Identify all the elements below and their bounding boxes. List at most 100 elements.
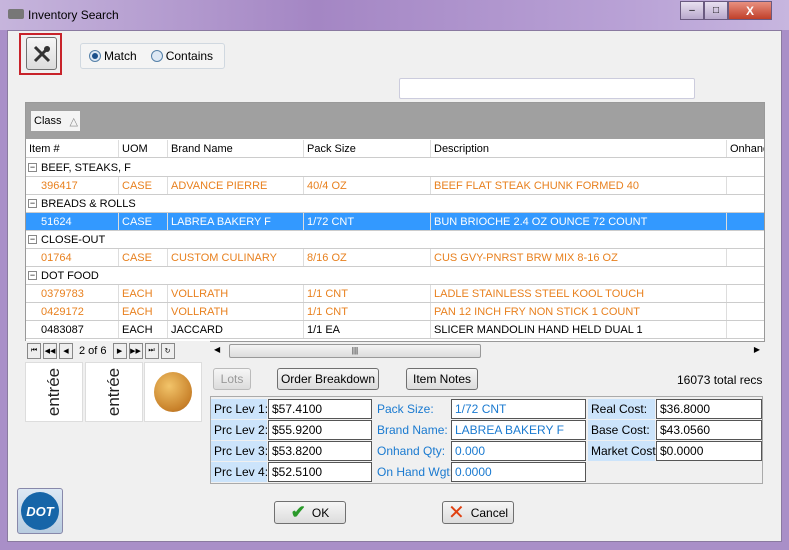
prev-fast-icon[interactable]: ◀◀ bbox=[43, 343, 57, 359]
sort-asc-icon: △ bbox=[69, 115, 78, 128]
cell: EACH bbox=[119, 321, 168, 338]
prc-lev-2-field[interactable]: $55.9200 bbox=[268, 420, 372, 440]
prc-lev-3-label: Prc Lev 3: bbox=[211, 441, 268, 461]
group-row[interactable]: − BEEF, STEAKS, F bbox=[26, 159, 764, 177]
group-name: BEEF, STEAKS, F bbox=[41, 161, 131, 174]
contains-radio[interactable]: Contains bbox=[150, 49, 213, 63]
column-header[interactable]: Onhand bbox=[727, 140, 764, 157]
inventory-grid: Class △ Item # UOM Brand Name Pack Size Descr… bbox=[25, 102, 765, 342]
cell bbox=[727, 213, 764, 230]
cell: 0379783 bbox=[26, 285, 119, 302]
real-cost-field[interactable]: $36.8000 bbox=[656, 399, 762, 419]
pack-size-label: Pack Size: bbox=[377, 402, 434, 416]
next-icon[interactable]: ▶ bbox=[112, 343, 127, 359]
table-row[interactable]: 0483087 EACH JACCARD 1/1 EA SLICER MANDOLIN … bbox=[26, 321, 764, 339]
table-row[interactable]: 0429172 EACH VOLLRATH 1/1 CNT PAN 12 INCH FR… bbox=[26, 303, 764, 321]
pager: ⏮ ◀◀ ◀ 2 of 6 ▶ ▶▶ ⏭ ↻ bbox=[25, 341, 210, 361]
ok-button[interactable]: ✔ OK bbox=[274, 501, 346, 524]
table-row[interactable]: 0379783 EACH VOLLRATH 1/1 CNT LADLE STAINLES… bbox=[26, 285, 764, 303]
on-hand-wgt-field[interactable]: 0.0000 bbox=[451, 462, 586, 482]
column-header[interactable]: Description bbox=[431, 140, 727, 157]
radio-checked-icon bbox=[89, 50, 101, 62]
cell: 1/72 CNT bbox=[304, 213, 431, 230]
scroll-thumb[interactable]: ||| bbox=[229, 344, 481, 358]
column-header[interactable]: Item # bbox=[26, 140, 119, 157]
cell bbox=[727, 249, 764, 266]
cell bbox=[727, 321, 764, 338]
match-radio[interactable]: Match bbox=[89, 49, 137, 63]
cell: EACH bbox=[119, 285, 168, 302]
prc-lev-3-field[interactable]: $53.8200 bbox=[268, 441, 372, 461]
lots-button[interactable]: Lots bbox=[213, 368, 251, 390]
scroll-left-icon[interactable]: ◀ bbox=[214, 345, 220, 354]
entree-logo-image: entrée bbox=[85, 362, 143, 422]
minimize-button[interactable]: – bbox=[680, 1, 704, 20]
match-mode-group: Match Contains bbox=[80, 43, 225, 69]
cell: CASE bbox=[119, 249, 168, 266]
pack-size-field[interactable]: 1/72 CNT bbox=[451, 399, 586, 419]
table-row[interactable]: 01764 CASE CUSTOM CULINARY 8/16 OZ CUS GVY-P… bbox=[26, 249, 764, 267]
cell: CUS GVY-PNRST BRW MIX 8-16 OZ bbox=[431, 249, 727, 266]
cancel-button[interactable]: ✕ Cancel bbox=[442, 501, 514, 524]
market-cost-label: Market Cost: bbox=[588, 441, 659, 461]
checkmark-icon: ✔ bbox=[290, 502, 306, 522]
column-header[interactable]: Brand Name bbox=[168, 140, 304, 157]
cell: BUN BRIOCHE 2.4 OZ OUNCE 72 COUNT bbox=[431, 213, 727, 230]
prc-lev-1-field[interactable]: $57.4100 bbox=[268, 399, 372, 419]
cell: EACH bbox=[119, 303, 168, 320]
brand-name-field[interactable]: LABREA BAKERY F bbox=[451, 420, 586, 440]
radio-unchecked-icon bbox=[150, 50, 163, 62]
cell: 51624 bbox=[26, 213, 119, 230]
collapse-icon[interactable]: − bbox=[28, 271, 37, 280]
table-row[interactable]: 396417 CASE ADVANCE PIERRE 40/4 OZ BEEF FLAT… bbox=[26, 177, 764, 195]
refresh-icon[interactable]: ↻ bbox=[160, 343, 175, 359]
last-page-icon[interactable]: ⏭ bbox=[144, 343, 159, 359]
market-cost-field[interactable]: $0.0000 bbox=[656, 441, 762, 461]
prev-icon[interactable]: ◀ bbox=[59, 343, 73, 359]
group-row[interactable]: − CLOSE-OUT bbox=[26, 231, 764, 249]
group-row[interactable]: − BREADS & ROLLS bbox=[26, 195, 764, 213]
column-header[interactable]: UOM bbox=[119, 140, 168, 157]
column-header-row: Item # UOM Brand Name Pack Size Description O… bbox=[26, 140, 764, 158]
next-fast-icon[interactable]: ▶▶ bbox=[128, 343, 143, 359]
prc-lev-4-field[interactable]: $52.5100 bbox=[268, 462, 372, 482]
cell: 1/1 CNT bbox=[304, 303, 431, 320]
truck-icon bbox=[8, 9, 24, 19]
cell: 01764 bbox=[26, 249, 119, 266]
tools-button[interactable] bbox=[26, 37, 57, 70]
horizontal-scrollbar[interactable]: ◀ ||| ▶ bbox=[210, 343, 764, 359]
wrench-screwdriver-icon bbox=[33, 45, 50, 62]
cell bbox=[727, 303, 764, 320]
cell: JACCARD bbox=[168, 321, 304, 338]
cell: CASE bbox=[119, 213, 168, 230]
group-name: CLOSE-OUT bbox=[41, 233, 106, 246]
cell: SLICER MANDOLIN HAND HELD DUAL 1 bbox=[431, 321, 727, 338]
first-page-icon[interactable]: ⏮ bbox=[27, 343, 41, 359]
onhand-qty-field[interactable]: 0.000 bbox=[451, 441, 586, 461]
table-row[interactable]: 51624 CASE LABREA BAKERY F 1/72 CNT BUN BRIO… bbox=[26, 213, 764, 231]
cell: CASE bbox=[119, 177, 168, 194]
order-breakdown-button[interactable]: Order Breakdown bbox=[277, 368, 379, 390]
cell bbox=[727, 177, 764, 194]
column-header[interactable]: Pack Size bbox=[304, 140, 431, 157]
cell: 0429172 bbox=[26, 303, 119, 320]
cell: 1/1 CNT bbox=[304, 285, 431, 302]
item-details-panel: Prc Lev 1: $57.4100 Prc Lev 2: $55.9200 … bbox=[210, 396, 763, 484]
base-cost-field[interactable]: $43.0560 bbox=[656, 420, 762, 440]
search-input[interactable] bbox=[399, 78, 695, 99]
group-chip-class[interactable]: Class △ bbox=[31, 111, 80, 131]
collapse-icon[interactable]: − bbox=[28, 163, 37, 172]
x-icon: ✕ bbox=[447, 502, 465, 524]
cell: 396417 bbox=[26, 177, 119, 194]
on-hand-wgt-label: On Hand Wgt: bbox=[377, 465, 454, 479]
base-cost-label: Base Cost: bbox=[588, 420, 655, 440]
item-notes-button[interactable]: Item Notes bbox=[406, 368, 478, 390]
cell bbox=[727, 285, 764, 302]
collapse-icon[interactable]: − bbox=[28, 199, 37, 208]
close-button[interactable]: X bbox=[728, 1, 772, 20]
scroll-right-icon[interactable]: ▶ bbox=[754, 345, 760, 354]
collapse-icon[interactable]: − bbox=[28, 235, 37, 244]
group-row[interactable]: − DOT FOOD bbox=[26, 267, 764, 285]
product-photo bbox=[144, 362, 202, 422]
maximize-button[interactable]: □ bbox=[704, 1, 728, 20]
